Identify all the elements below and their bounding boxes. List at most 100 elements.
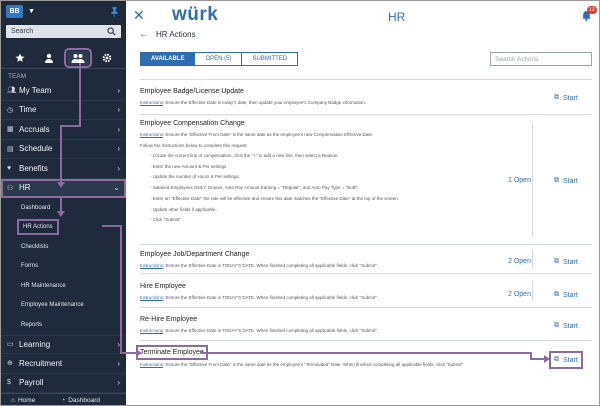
action-desc-text: : Ensure the "Effective From Date" is th… xyxy=(163,362,465,367)
avatar[interactable]: BB xyxy=(6,4,23,18)
tab-submitted[interactable]: SUBMITTED xyxy=(242,53,297,65)
start-label: Start xyxy=(563,291,578,299)
instructions-link[interactable]: Instructions xyxy=(140,263,163,268)
step: - Enter the new Amount & Per settings. xyxy=(150,163,228,169)
nav-schedule[interactable]: ▤ Schedule › xyxy=(1,140,126,159)
sub-checklists[interactable]: Checklists xyxy=(1,237,126,257)
start-button[interactable]: ⧉ Start xyxy=(554,94,578,102)
dashboard-link[interactable]: ◔ Dashboard xyxy=(61,397,100,404)
sub-label: Employee Maintenance xyxy=(21,302,84,309)
sub-dashboard[interactable]: Dashboard xyxy=(1,198,126,218)
nav-accruals[interactable]: ▦ Accruals › xyxy=(1,120,126,140)
person-icon[interactable] xyxy=(38,51,60,65)
action-desc: Instructions: Ensure the "Effective From… xyxy=(140,362,465,367)
nav-label: Benefits xyxy=(19,163,48,173)
sub-label: Forms xyxy=(21,263,38,270)
nav-learning[interactable]: ▭ Learning › xyxy=(1,334,126,354)
action-title: Employee Compensation Change xyxy=(140,120,245,127)
calendar-icon: ▤ xyxy=(7,145,14,153)
sub-hr-actions[interactable]: HR Actions xyxy=(1,218,126,238)
nav-hr[interactable]: ⚇ HR ⌄ xyxy=(1,178,126,198)
nav-my-team[interactable]: 👥︎ My Team › xyxy=(1,81,126,101)
action-desc: Instructions: Ensure the Effective Date … xyxy=(140,100,366,105)
section-title: HR Actions xyxy=(156,30,196,39)
dashboard-label: Dashboard xyxy=(68,397,101,404)
instructions-link[interactable]: Instructions xyxy=(140,132,163,137)
chevron-right-icon: › xyxy=(117,358,120,368)
nav-time[interactable]: ◷ Time › xyxy=(1,101,126,120)
action-follow-text: Follow the instructions below to complet… xyxy=(140,143,248,148)
gear-icon[interactable] xyxy=(96,51,118,65)
notification-badge: 13 xyxy=(587,6,597,14)
step: - Update other fields if applicable. xyxy=(150,206,217,212)
start-button[interactable]: ⧉ Start xyxy=(549,351,583,369)
accruals-icon: ▦ xyxy=(7,126,14,134)
instructions-link[interactable]: Instructions xyxy=(140,100,163,105)
sub-forms[interactable]: Forms xyxy=(1,257,126,277)
start-label: Start xyxy=(563,356,578,364)
external-link-icon: ⧉ xyxy=(554,177,559,184)
learning-icon: ▭ xyxy=(7,341,14,349)
nav-recruitment[interactable]: ⊕ Recruitment › xyxy=(1,354,126,374)
chevron-right-icon: › xyxy=(117,163,120,173)
instructions-link[interactable]: Instructions xyxy=(140,295,163,300)
chevron-right-icon: › xyxy=(117,85,120,95)
tab-bar: AVAILABLE OPEN (5) SUBMITTED xyxy=(140,52,299,66)
action-row: Employee Badge/License Update Instructio… xyxy=(140,80,592,115)
close-icon[interactable]: ✕ xyxy=(133,7,145,24)
start-button[interactable]: ⧉ Start xyxy=(554,291,578,299)
search-actions-input[interactable]: Search Actions xyxy=(490,52,592,66)
action-title: Employee Job/Department Change xyxy=(140,251,250,258)
nav-benefits[interactable]: ♥ Benefits › xyxy=(1,159,126,179)
nav-label: Accruals xyxy=(19,124,50,134)
pin-icon[interactable] xyxy=(109,6,120,17)
sub-label: HR Actions xyxy=(17,219,59,236)
sub-reports[interactable]: Reports xyxy=(1,315,126,335)
step: - Locate the current line of compensatio… xyxy=(150,153,339,158)
start-label: Start xyxy=(563,258,578,266)
back-link[interactable]: ← HR Actions xyxy=(139,29,196,40)
action-desc: Instructions: Ensure the Effective Date … xyxy=(140,328,378,333)
sub-employee-maintenance[interactable]: Employee Maintenance xyxy=(1,296,126,316)
chevron-right-icon: › xyxy=(117,339,120,349)
home-link[interactable]: ⌂ Home xyxy=(11,397,35,404)
recruitment-icon: ⊕ xyxy=(7,360,13,368)
start-button[interactable]: ⧉ Start xyxy=(554,177,578,185)
start-button[interactable]: ⧉ Start xyxy=(554,322,578,330)
nav-label: My Team xyxy=(19,85,52,95)
action-desc-text: : Ensure the Effective Date is today's d… xyxy=(163,100,367,105)
action-row: Employee Job/Department Change Instructi… xyxy=(140,245,592,274)
external-link-icon: ⧉ xyxy=(554,94,559,101)
search-icon xyxy=(107,27,116,36)
action-title: Terminate Employee xyxy=(136,345,208,360)
sub-label: Dashboard xyxy=(21,204,51,211)
action-desc-text: : Ensure the "Effective From Date" is th… xyxy=(163,132,374,137)
action-row: Hire Employee Instructions: Ensure the E… xyxy=(140,274,592,308)
start-label: Start xyxy=(563,322,578,330)
main-panel: ✕ würk HR 13 ← HR Actions AVAILABLE OPEN… xyxy=(126,1,599,405)
tab-available[interactable]: AVAILABLE xyxy=(141,53,196,65)
chevron-down-icon: ⌄ xyxy=(113,183,120,193)
header: ✕ würk HR 13 xyxy=(126,1,599,31)
step: - Update the number of Hours & Per setti… xyxy=(150,174,241,180)
tab-open[interactable]: OPEN (5) xyxy=(195,53,243,65)
action-title: Re-Hire Employee xyxy=(140,316,198,323)
open-count-link[interactable]: 2 Open xyxy=(508,258,531,265)
start-button[interactable]: ⧉ Start xyxy=(554,258,578,266)
user-menu-caret-icon[interactable]: ▼ xyxy=(28,8,35,15)
action-row: Employee Compensation Change Instruction… xyxy=(140,115,592,245)
nav-payroll[interactable]: $ Payroll › xyxy=(1,374,126,393)
sub-hr-maintenance[interactable]: HR Maintenance xyxy=(1,276,126,296)
open-count-link[interactable]: 2 Open xyxy=(508,291,531,298)
home-icon: ⌂ xyxy=(11,397,15,404)
action-desc-text: : Ensure the Effective Date is TODAY'S D… xyxy=(163,295,378,300)
star-icon[interactable] xyxy=(9,51,31,65)
team-icon[interactable] xyxy=(64,47,93,68)
open-count-link[interactable]: 1 Open xyxy=(508,177,531,184)
sidebar-search-input[interactable]: Search xyxy=(6,25,121,38)
instructions-link[interactable]: Instructions xyxy=(140,328,163,333)
row-divider xyxy=(532,250,533,269)
instructions-link[interactable]: Instructions xyxy=(140,362,163,367)
action-title: Employee Badge/License Update xyxy=(140,88,244,95)
sub-label: Checklists xyxy=(21,243,49,250)
